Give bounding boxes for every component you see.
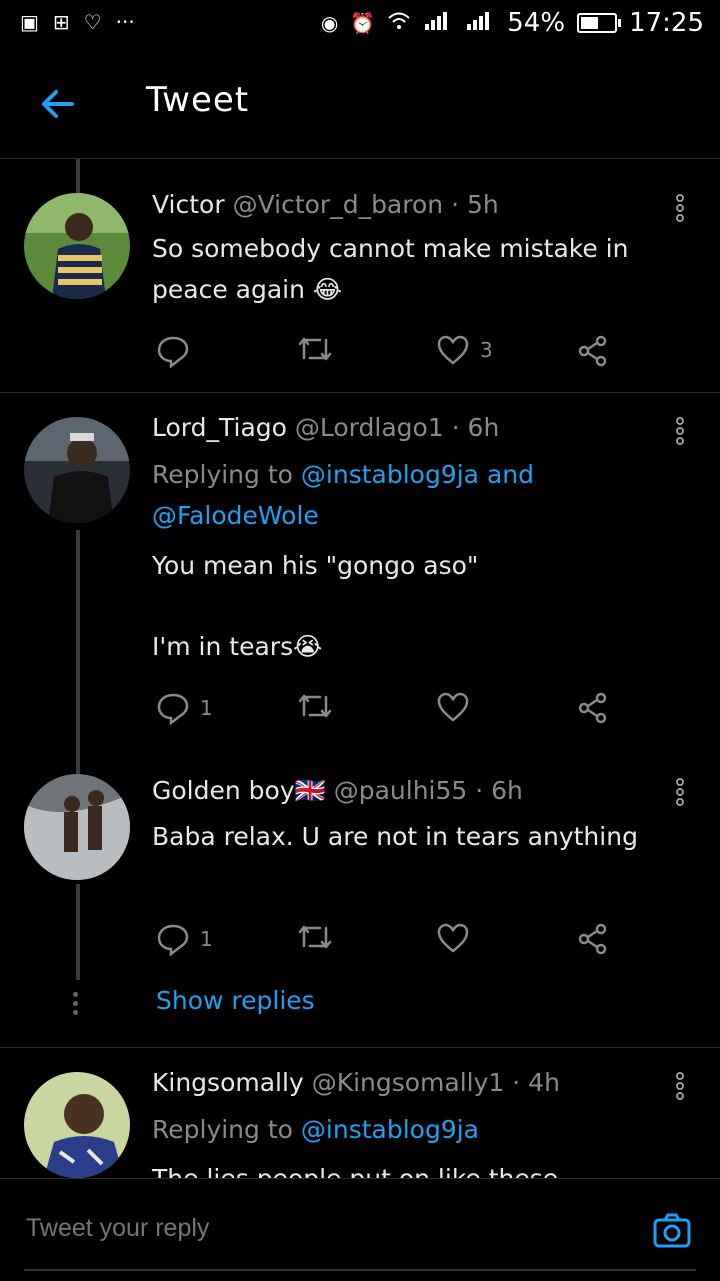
reply-input[interactable]: [24, 1213, 608, 1244]
input-underline: [24, 1269, 696, 1271]
reply-button[interactable]: 1: [156, 922, 213, 956]
back-arrow-icon[interactable]: [38, 84, 78, 124]
thread-line: [76, 159, 80, 193]
heart-icon: [437, 923, 469, 953]
avatar[interactable]: [24, 774, 130, 880]
reply-count: 1: [200, 696, 213, 720]
tweet[interactable]: Kingsomally @Kingsomally1 · 4h Replying …: [0, 1048, 720, 1178]
tweet-actions: 1: [152, 691, 622, 731]
tweet-text: So somebody cannot make mistake in peace…: [152, 228, 700, 310]
tweet-header: Victor @Victor_d_baron · 5h: [152, 190, 499, 219]
share-button[interactable]: [576, 691, 610, 725]
reply-icon: [157, 336, 189, 368]
user-name[interactable]: Victor: [152, 190, 225, 219]
retweet-icon: [298, 694, 332, 718]
show-replies-link[interactable]: Show replies: [156, 986, 315, 1015]
health-icon: ♡: [83, 10, 102, 34]
reply-icon: [157, 693, 189, 725]
gallery-icon: ▣: [20, 10, 39, 34]
share-button[interactable]: [576, 922, 610, 956]
replying-prefix: Replying to: [152, 460, 293, 489]
mention-link[interactable]: @FalodeWole: [152, 501, 319, 530]
retweet-button[interactable]: [296, 922, 334, 952]
reply-button[interactable]: [156, 334, 190, 368]
share-icon: [578, 692, 607, 724]
mention-link[interactable]: @instablog9ja: [301, 1115, 479, 1144]
status-bar: ▣ ⊞ ♡ ··· ◉ ⏰ 54% 17:25: [0, 0, 720, 50]
app-bar: Tweet: [0, 50, 720, 159]
more-options-icon[interactable]: [676, 1072, 688, 1102]
reply-count: 1: [200, 927, 213, 951]
mention-link[interactable]: @instablog9ja and: [301, 460, 534, 489]
share-button[interactable]: [576, 334, 610, 368]
user-handle: @Lordlago1 · 6h: [294, 413, 500, 442]
user-name[interactable]: Lord_Tiago: [152, 413, 287, 442]
like-button[interactable]: [436, 922, 470, 954]
apps-icon: ⊞: [52, 10, 70, 34]
tweet-text: You mean his "gongo aso": [152, 545, 700, 586]
vibrate-icon: ◉: [320, 11, 339, 35]
tweet-body: Baba relax. U are not in tears anything: [152, 822, 638, 851]
more-options-icon[interactable]: [676, 194, 688, 224]
camera-icon[interactable]: [652, 1211, 692, 1251]
like-button[interactable]: [436, 691, 470, 723]
retweet-button[interactable]: [296, 334, 334, 364]
user-handle: @Victor_d_baron · 5h: [232, 190, 499, 219]
user-handle: @paulhi55 · 6h: [333, 776, 523, 805]
like-button[interactable]: 3: [436, 334, 493, 366]
user-name[interactable]: Kingsomally: [152, 1068, 304, 1097]
retweet-icon: [298, 337, 332, 361]
retweet-icon: [298, 925, 332, 949]
user-name[interactable]: Golden boy: [152, 776, 295, 805]
thread-line: [76, 530, 80, 775]
tweet-text: Baba relax. U are not in tears anything: [152, 816, 700, 857]
user-handle: @Kingsomally1 · 4h: [311, 1068, 560, 1097]
thread-dots: [73, 992, 81, 1019]
replying-to: Replying to @instablog9ja and @FalodeWol…: [152, 454, 692, 536]
tweet-body: The lies people put on like these: [152, 1164, 558, 1178]
emoji: 😂: [312, 275, 343, 304]
heart-icon: [437, 335, 469, 365]
avatar[interactable]: [24, 1072, 130, 1178]
retweet-button[interactable]: [296, 691, 334, 721]
wifi-icon: [387, 11, 411, 36]
tweet-body: I'm in tears: [152, 632, 294, 661]
avatar[interactable]: [24, 417, 130, 523]
reply-button[interactable]: 1: [156, 691, 213, 725]
page-title: Tweet: [146, 80, 250, 120]
more-icon: ···: [115, 10, 135, 34]
signal-icon-1: [423, 10, 453, 37]
replying-to: Replying to @instablog9ja: [152, 1109, 692, 1150]
clock: 17:25: [629, 8, 704, 38]
tweet-body: So somebody cannot make mistake in peace…: [152, 234, 629, 304]
alarm-icon: ⏰: [350, 11, 376, 35]
more-options-icon[interactable]: [676, 417, 688, 447]
status-left-icons: ▣ ⊞ ♡ ···: [20, 10, 135, 34]
divider: [0, 392, 720, 393]
battery-percent: 54%: [507, 8, 566, 38]
reply-composer: [0, 1178, 720, 1281]
heart-icon: [437, 692, 469, 722]
avatar[interactable]: [24, 193, 130, 299]
replying-prefix: Replying to: [152, 1115, 293, 1144]
share-icon: [578, 335, 607, 367]
tweet-header: Kingsomally @Kingsomally1 · 4h: [152, 1068, 560, 1097]
flag-emoji: 🇬🇧: [294, 776, 326, 805]
battery-icon: [577, 13, 622, 33]
tweet-body: You mean his "gongo aso": [152, 551, 479, 580]
tweet-header: Golden boy🇬🇧 @paulhi55 · 6h: [152, 776, 523, 806]
tweet-header: Lord_Tiago @Lordlago1 · 6h: [152, 413, 499, 442]
like-count: 3: [480, 338, 493, 362]
tweet-actions: 3: [152, 334, 622, 374]
emoji: 😭: [293, 632, 323, 661]
more-options-icon[interactable]: [676, 778, 688, 808]
tweet-actions: 1: [152, 922, 622, 962]
thread-line: [76, 884, 80, 980]
reply-icon: [157, 924, 189, 956]
tweet-text: I'm in tears😭: [152, 626, 700, 667]
signal-icon-2: [465, 10, 495, 37]
share-icon: [578, 923, 607, 955]
status-right: ◉ ⏰ 54% 17:25: [321, 8, 704, 38]
tweet-text: The lies people put on like these: [152, 1158, 700, 1178]
